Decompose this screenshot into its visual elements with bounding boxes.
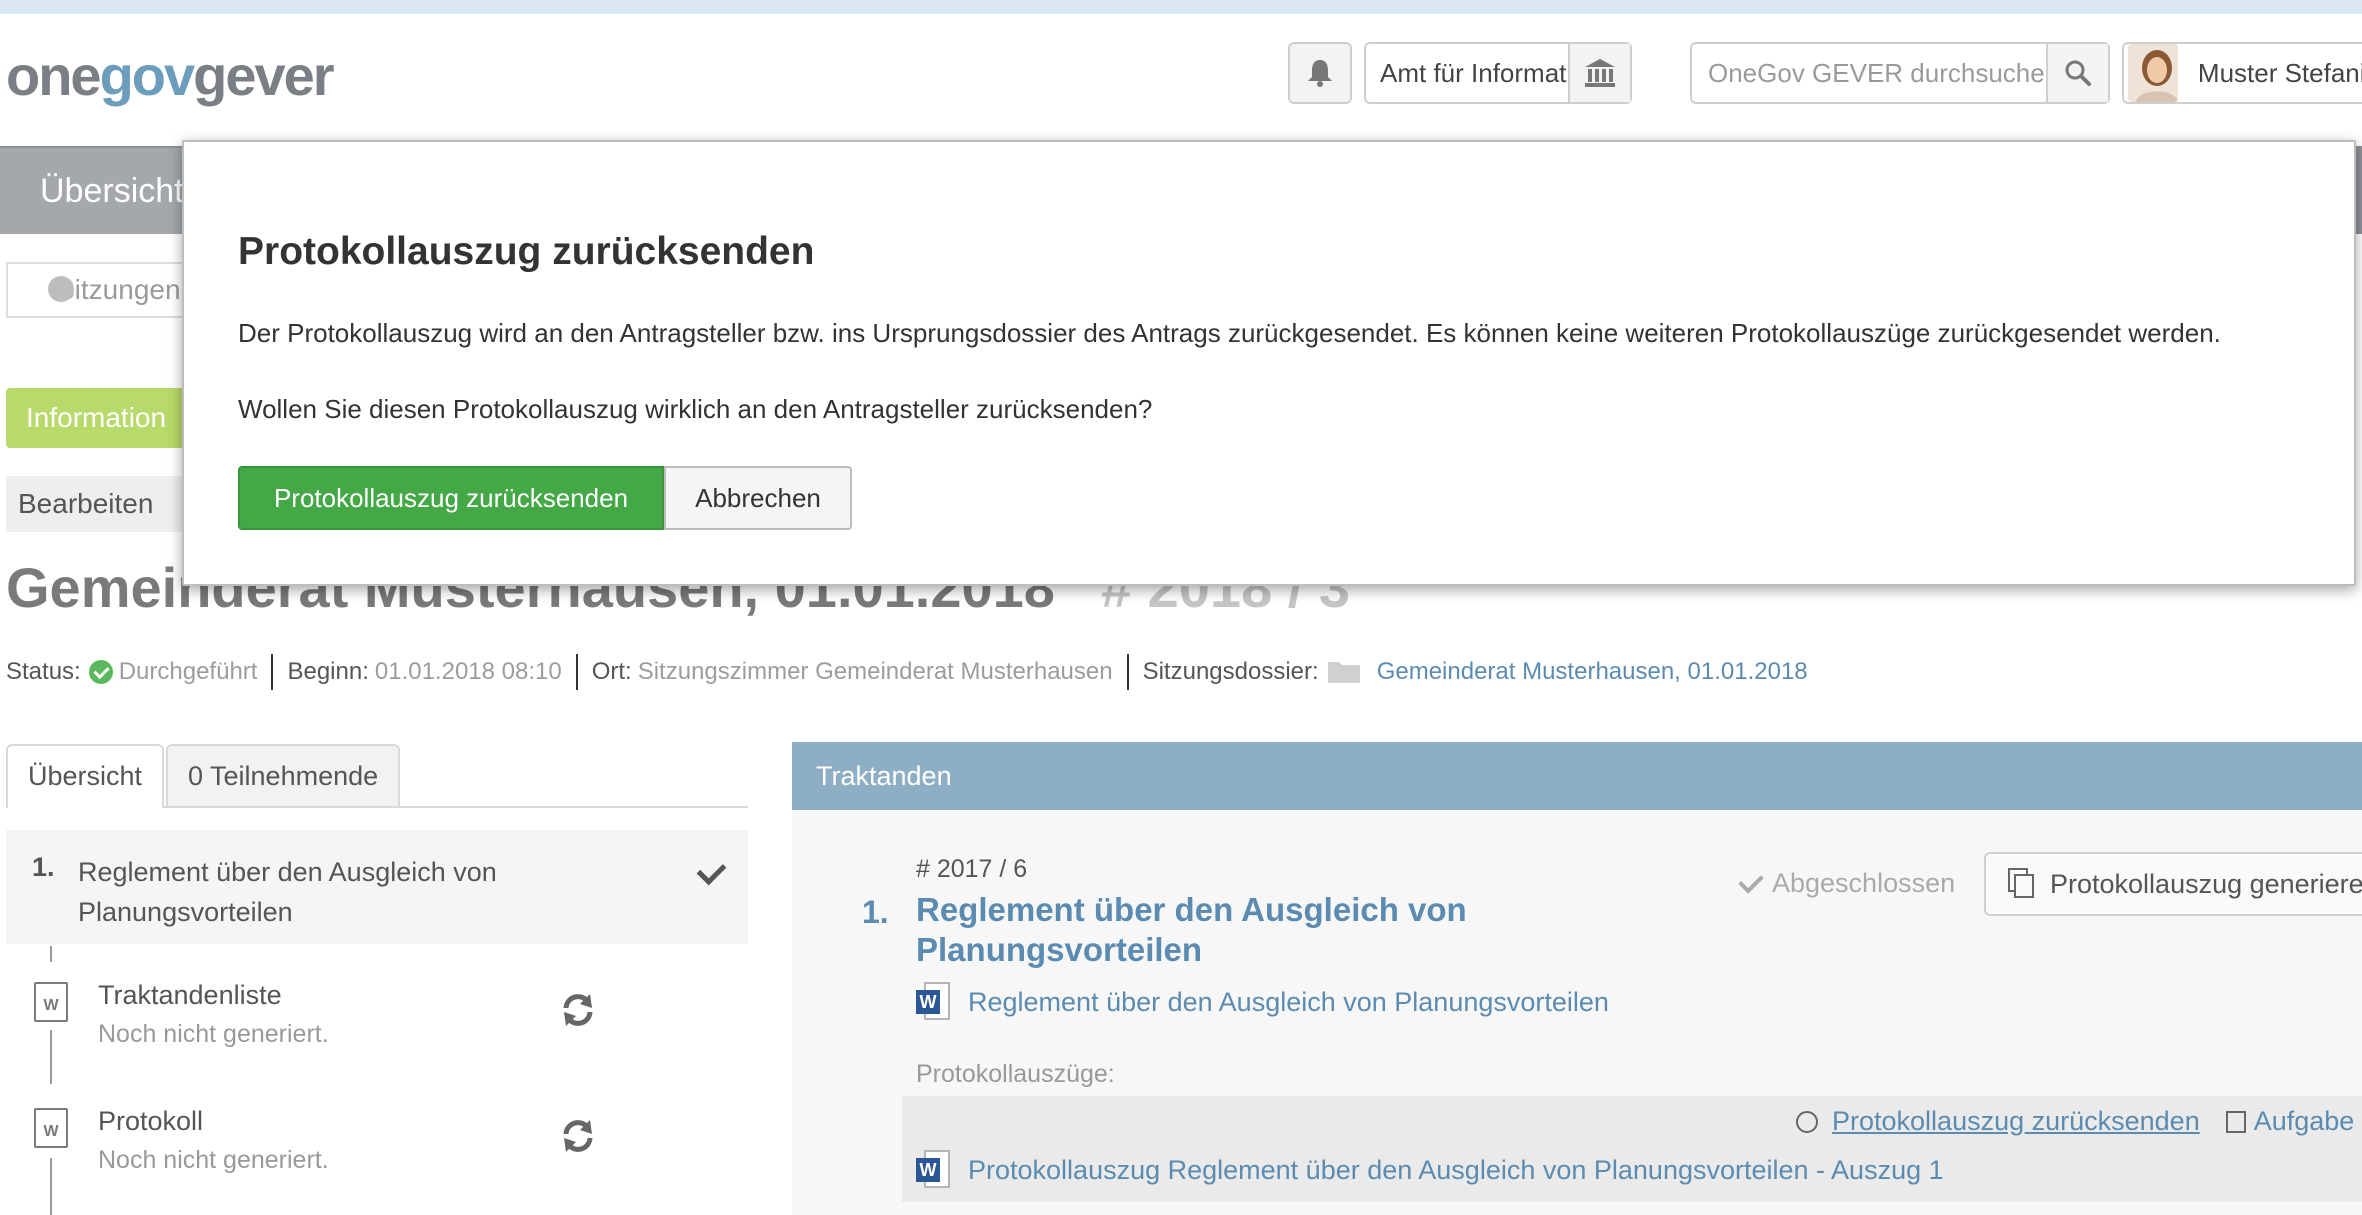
user-name: Muster Stefanie bbox=[2197, 57, 2362, 88]
doc-row-protocol: W Protokoll Noch nicht generiert. bbox=[6, 1104, 748, 1204]
nav-tab-overview[interactable]: Übersicht bbox=[0, 148, 190, 234]
left-tabs: Übersicht 0 Teilnehmende bbox=[6, 744, 748, 808]
meeting-icon bbox=[48, 276, 74, 302]
dialog-question: Wollen Sie diesen Protokollauszug wirkli… bbox=[238, 394, 1153, 424]
task-link[interactable]: Aufgabe bbox=[2225, 1106, 2354, 1137]
check-circle-icon bbox=[88, 660, 113, 684]
extract-document-link[interactable]: W Protokollauszug Reglement über den Aus… bbox=[916, 1150, 1944, 1190]
timeline-line bbox=[50, 1158, 52, 1215]
generate-extract-button[interactable]: Protokollauszug generieren bbox=[1984, 852, 2362, 916]
search-button[interactable] bbox=[2046, 44, 2108, 102]
bell-icon bbox=[1308, 60, 1332, 87]
tab-overview[interactable]: Übersicht bbox=[6, 744, 165, 808]
dialog-message: Der Protokollauszug wird an den Antragst… bbox=[238, 318, 2221, 348]
avatar bbox=[2128, 44, 2178, 102]
app-logo[interactable]: onegovgever bbox=[6, 40, 335, 112]
extract-actions: Protokollauszug zurücksenden Aufgabe bbox=[1796, 1106, 2354, 1137]
agenda-panel-header: Traktanden bbox=[792, 742, 2362, 810]
top-strip bbox=[0, 0, 2362, 14]
doc-row-agenda-list: W Traktandenliste Noch nicht generiert. bbox=[6, 978, 748, 1078]
task-icon bbox=[2225, 1110, 2246, 1133]
status-value: Durchgeführt bbox=[118, 658, 258, 685]
cancel-button[interactable]: Abbrechen bbox=[664, 466, 852, 530]
return-extract-link[interactable]: Protokollauszug zurücksenden bbox=[1832, 1106, 2200, 1137]
extracts-label: Protokollauszüge: bbox=[916, 1060, 1115, 1088]
refresh-icon[interactable] bbox=[560, 992, 596, 1028]
org-unit-label: Amt für Informatik bbox=[1380, 58, 1568, 88]
check-circle-icon bbox=[1796, 1110, 1818, 1133]
case-number: # 2017 / 6 bbox=[916, 855, 1028, 883]
divider bbox=[1126, 654, 1129, 690]
divider bbox=[271, 654, 274, 690]
user-menu[interactable]: Muster Stefanie bbox=[2122, 42, 2362, 104]
state-closed: Abgeschlossen bbox=[1738, 867, 1955, 899]
search-input[interactable] bbox=[1692, 44, 2046, 102]
timeline-line bbox=[50, 1030, 52, 1084]
meeting-meta: Status: Durchgeführt Beginn: 01.01.2018 … bbox=[6, 654, 1808, 690]
org-unit-selector[interactable]: Amt für Informatik bbox=[1364, 42, 1632, 104]
timeline-line bbox=[50, 946, 52, 962]
divider bbox=[575, 654, 578, 690]
agenda-sidebar-item[interactable]: 1. Reglement über den Ausgleich von Plan… bbox=[6, 830, 748, 944]
meeting-dossier-link[interactable]: Gemeinderat Musterhausen, 01.01.2018 bbox=[1377, 658, 1808, 686]
checkmark-icon bbox=[696, 855, 727, 886]
word-document-icon: W bbox=[34, 1108, 68, 1148]
agenda-item-title[interactable]: Reglement über den Ausgleich von Planung… bbox=[916, 890, 1536, 970]
refresh-icon[interactable] bbox=[560, 1118, 596, 1154]
institution-icon[interactable] bbox=[1568, 44, 1630, 102]
dialog-title: Protokollauszug zurücksenden bbox=[238, 230, 815, 273]
proposal-document-link[interactable]: W Reglement über den Ausgleich von Planu… bbox=[916, 982, 1609, 1022]
word-document-icon: W bbox=[34, 982, 68, 1022]
notifications-button[interactable] bbox=[1288, 42, 1352, 104]
agenda-item-number: 1. bbox=[862, 894, 889, 930]
global-search[interactable] bbox=[1690, 42, 2110, 104]
word-document-icon: W bbox=[916, 982, 952, 1022]
word-document-icon: W bbox=[916, 1150, 952, 1190]
search-icon bbox=[2065, 60, 2091, 86]
tab-participants[interactable]: 0 Teilnehmende bbox=[166, 744, 401, 806]
confirm-dialog: Protokollauszug zurücksenden Der Protoko… bbox=[182, 140, 2356, 586]
confirm-return-button[interactable]: Protokollauszug zurücksenden bbox=[238, 466, 664, 530]
folder-icon bbox=[1327, 662, 1360, 683]
